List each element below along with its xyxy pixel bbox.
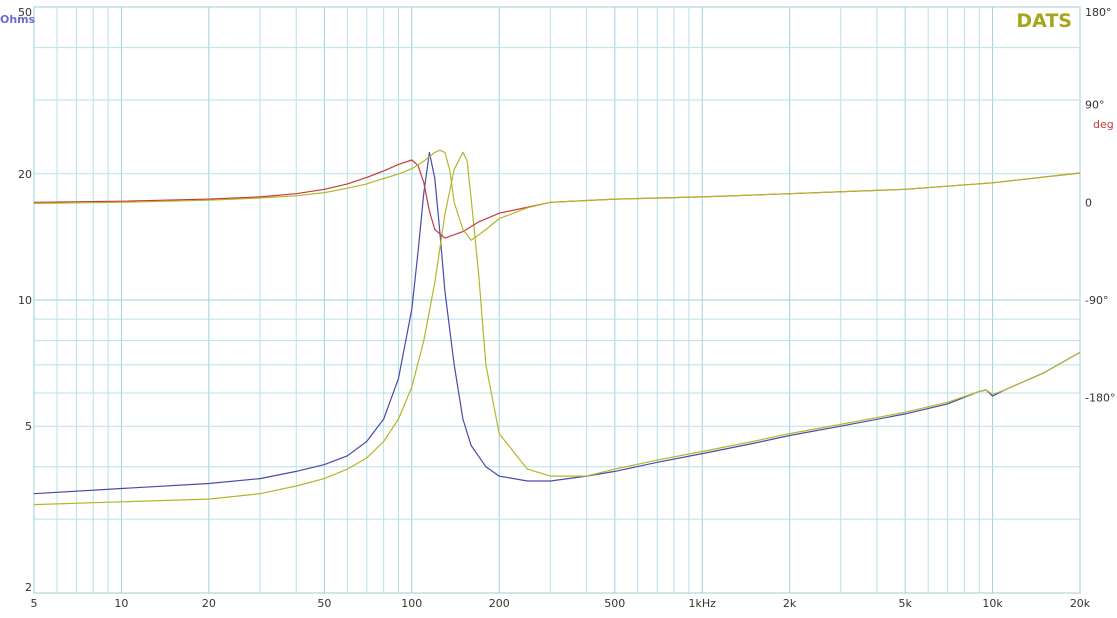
x-tick-label: 5k: [898, 597, 912, 610]
y-left-axis-label: Ohms: [0, 13, 36, 26]
y-right-tick-label: 90°: [1085, 99, 1105, 112]
y-left-tick-label: 5: [25, 420, 32, 433]
x-tick-label: 20k: [1070, 597, 1091, 610]
y-right-tick-label: -90°: [1085, 294, 1108, 307]
y-left-tick-label: 2: [25, 581, 32, 594]
y-right-axis-label: deg: [1093, 118, 1114, 131]
x-tick-label: 2k: [783, 597, 797, 610]
impedance-chart: 5 10 20 50 100 200 500 1kHz 2k 5k 10k 20k 50 20 10 5 2 18…: [0, 0, 1117, 614]
x-tick-label: 100: [401, 597, 422, 610]
brand-logo: DATS: [1016, 10, 1072, 32]
y-right-tick-label: 0: [1085, 196, 1092, 209]
x-tick-label: 200: [489, 597, 510, 610]
x-tick-label: 500: [604, 597, 625, 610]
y-right-tick-label: -180°: [1085, 392, 1115, 405]
chart-svg: 5 10 20 50 100 200 500 1kHz 2k 5k 10k 20k5020105218…: [0, 6, 1115, 610]
y-left-tick-label: 10: [18, 294, 32, 307]
x-tick-label: 10k: [982, 597, 1003, 610]
x-tick-label: 20: [202, 597, 216, 610]
x-tick-label: 10: [114, 597, 128, 610]
x-tick-label: 1kHz: [688, 597, 716, 610]
x-tick-label: 5: [31, 597, 38, 610]
y-left-tick-label: 20: [18, 168, 32, 181]
y-right-tick-label: 180°: [1085, 6, 1112, 19]
x-tick-label: 50: [317, 597, 331, 610]
